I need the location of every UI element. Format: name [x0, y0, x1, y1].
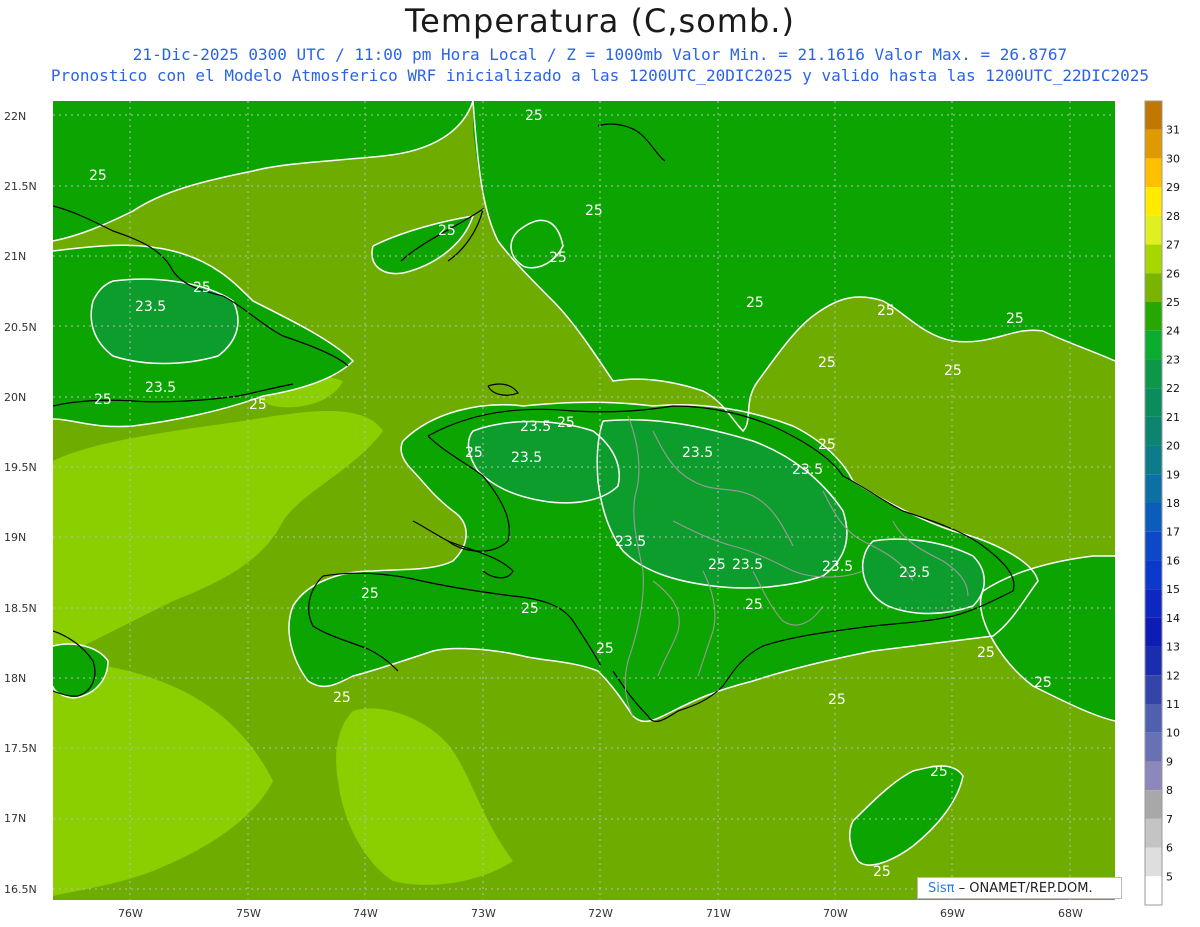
lat-label: 17.5N: [4, 742, 37, 755]
axes-overlay: 22N 21.5N 21N 20.5N 20N 19.5N 19N 18.5N …: [4, 100, 1180, 920]
credit-sis: Sisπ: [928, 881, 955, 896]
lon-axis: 76W 75W 74W 73W 72W 71W 70W 69W 68W: [118, 907, 1083, 920]
colorbar-swatch: [1145, 503, 1162, 532]
colorbar-swatch: [1145, 129, 1162, 159]
colorbar-swatch: [1145, 675, 1162, 704]
colorbar-label: 10: [1166, 727, 1180, 740]
colorbar-label: 5: [1166, 870, 1173, 883]
colorbar-swatch: [1145, 617, 1162, 647]
colorbar-label: 11: [1166, 698, 1180, 711]
colorbar-swatch: [1145, 646, 1162, 676]
lon-label: 71W: [706, 907, 731, 920]
colorbar-swatch: [1145, 416, 1162, 446]
lon-label: 72W: [588, 907, 613, 920]
lat-label: 16.5N: [4, 883, 37, 896]
lat-label: 19.5N: [4, 461, 37, 474]
lon-label: 74W: [353, 907, 378, 920]
lat-axis: 22N 21.5N 21N 20.5N 20N 19.5N 19N 18.5N …: [4, 110, 37, 896]
colorbar-swatch: [1145, 101, 1162, 130]
colorbar-swatch: [1145, 388, 1162, 417]
colorbar-swatch: [1145, 531, 1162, 561]
colorbar-swatch: [1145, 560, 1162, 590]
lat-label: 20.5N: [4, 321, 37, 334]
colorbar-swatch: [1145, 761, 1162, 791]
lon-label: 76W: [118, 907, 143, 920]
colorbar-label: 30: [1166, 152, 1180, 165]
colorbar-label: 14: [1166, 612, 1180, 625]
colorbar-label: 24: [1166, 325, 1180, 338]
colorbar-label: 18: [1166, 497, 1180, 510]
colorbar-label: 22: [1166, 382, 1180, 395]
colorbar-label: 29: [1166, 181, 1180, 194]
lon-label: 69W: [940, 907, 965, 920]
colorbar-label: 19: [1166, 468, 1180, 481]
lon-label: 73W: [471, 907, 496, 920]
colorbar-label: 20: [1166, 440, 1180, 453]
colorbar-swatch: [1145, 732, 1162, 762]
colorbar-label: 21: [1166, 411, 1180, 424]
colorbar-label: 17: [1166, 526, 1180, 539]
colorbar-label: 28: [1166, 210, 1180, 223]
colorbar-swatch: [1145, 215, 1162, 245]
colorbar-swatch: [1145, 589, 1162, 618]
colorbar-label: 7: [1166, 813, 1173, 826]
colorbar-swatch: [1145, 790, 1162, 819]
credit-org: – ONAMET/REP.DOM.: [958, 881, 1093, 896]
colorbar: 31 30 29 28 27 26 25 24 23 22 21 20 19 18 17 16 15 14 13 12…: [1144, 100, 1180, 906]
lat-label: 22N: [4, 110, 26, 123]
colorbar-label: 15: [1166, 583, 1180, 596]
colorbar-swatch: [1145, 818, 1162, 848]
colorbar-swatch: [1145, 330, 1162, 360]
colorbar-label: 27: [1166, 239, 1180, 252]
lat-label: 19N: [4, 531, 26, 544]
colorbar-label: 6: [1166, 842, 1173, 855]
colorbar-label: 13: [1166, 641, 1180, 654]
colorbar-label: 23: [1166, 353, 1180, 366]
colorbar-swatch: [1145, 244, 1162, 274]
colorbar-label: 12: [1166, 669, 1180, 682]
colorbar-swatch: [1145, 187, 1162, 216]
lon-label: 75W: [236, 907, 261, 920]
colorbar-swatch: [1145, 359, 1162, 389]
colorbar-swatch: [1145, 704, 1162, 733]
lat-label: 21.5N: [4, 180, 37, 193]
lat-label: 20N: [4, 391, 26, 404]
lat-label: 21N: [4, 250, 26, 263]
colorbar-swatch: [1145, 876, 1162, 905]
colorbar-swatch: [1145, 158, 1162, 188]
lon-label: 70W: [823, 907, 848, 920]
colorbar-swatch: [1145, 273, 1162, 302]
lat-label: 18N: [4, 672, 26, 685]
lon-label: 68W: [1058, 907, 1083, 920]
colorbar-swatch: [1145, 302, 1162, 331]
credit-box: Sisπ – ONAMET/REP.DOM.: [917, 877, 1122, 899]
colorbar-label: 31: [1166, 124, 1180, 137]
colorbar-label: 16: [1166, 554, 1180, 567]
colorbar-label: 9: [1166, 755, 1173, 768]
colorbar-swatch: [1145, 847, 1162, 877]
colorbar-label: 25: [1166, 296, 1180, 309]
colorbar-label: 8: [1166, 784, 1173, 797]
lat-label: 18.5N: [4, 602, 37, 615]
colorbar-label: 26: [1166, 267, 1180, 280]
lat-label: 17N: [4, 812, 26, 825]
colorbar-swatch: [1145, 474, 1162, 503]
colorbar-swatch: [1145, 445, 1162, 475]
